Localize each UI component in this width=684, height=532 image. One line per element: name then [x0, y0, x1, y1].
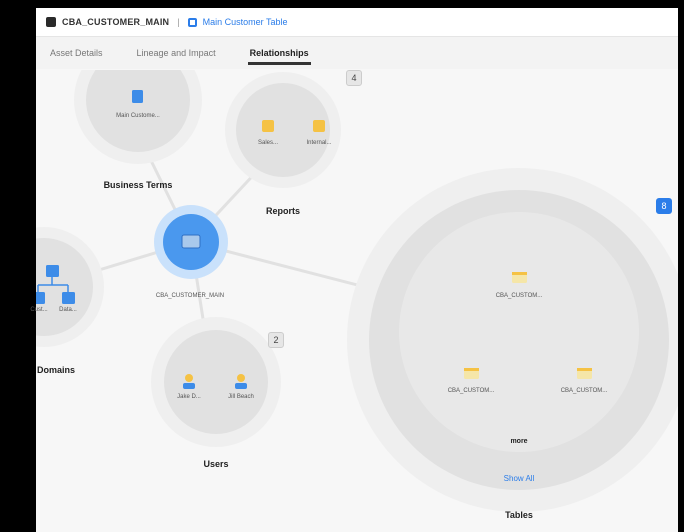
tab-relationships[interactable]: Relationships — [247, 42, 311, 65]
reports-count-badge[interactable]: 4 — [346, 70, 362, 86]
right-border — [678, 0, 684, 532]
glossary-icon — [132, 90, 143, 103]
table-icon-3 — [577, 368, 592, 379]
tables-count-badge[interactable]: 8 — [656, 198, 672, 214]
group-users — [164, 330, 268, 434]
table-icon-1 — [512, 272, 527, 283]
group-tables — [399, 212, 639, 452]
center-node-label: CBA_CUSTOMER_MAIN — [155, 293, 225, 299]
asset-icon — [46, 17, 56, 27]
table-icon — [187, 17, 197, 27]
show-all-link[interactable]: Show All — [504, 474, 535, 483]
tab-lineage-impact[interactable]: Lineage and Impact — [135, 42, 218, 64]
users-count-badge[interactable]: 2 — [268, 332, 284, 348]
report-icon-1 — [262, 120, 274, 132]
domain-item-1[interactable]: Cust... — [30, 307, 47, 313]
title-bar: CBA_CUSTOMER_MAIN | Main Customer Table — [36, 8, 678, 37]
table-item-2[interactable]: CBA_CUSTOM... — [448, 388, 495, 394]
table-item-3[interactable]: CBA_CUSTOM... — [561, 388, 608, 394]
domain-icon-child-2 — [62, 292, 75, 304]
tables-more-label: more — [510, 438, 528, 445]
business-terms-title: Business Terms — [103, 180, 173, 190]
tab-asset-details[interactable]: Asset Details — [48, 42, 105, 64]
asset-name: CBA_CUSTOMER_MAIN — [62, 17, 170, 27]
top-border — [0, 0, 684, 8]
table-item-1[interactable]: CBA_CUSTOM... — [496, 293, 543, 299]
users-title: Users — [203, 459, 229, 469]
relationship-graph[interactable]: Main Custome... Business Terms Sales... … — [30, 70, 678, 532]
tab-bar: Asset Details Lineage and Impact Relatio… — [36, 37, 678, 69]
domains-title: Domains — [36, 365, 76, 375]
user-item-1[interactable]: Jake D... — [177, 394, 201, 400]
tables-title: Tables — [505, 510, 533, 520]
report-item-1[interactable]: Sales... — [258, 140, 278, 146]
left-border — [0, 0, 36, 532]
table-icon-2 — [464, 368, 479, 379]
graph-svg — [36, 70, 678, 512]
report-item-2[interactable]: Internal... — [306, 140, 331, 146]
reports-title: Reports — [265, 206, 301, 216]
breadcrumb-separator: | — [177, 17, 180, 27]
business-term-item[interactable]: Main Custome... — [116, 113, 160, 119]
domain-item-2[interactable]: Data... — [59, 307, 77, 313]
center-table-icon — [181, 234, 201, 249]
domain-icon-parent — [46, 265, 59, 277]
domain-icon-child-1 — [36, 292, 45, 304]
report-icon-2 — [313, 120, 325, 132]
database-link[interactable]: Main Customer Table — [203, 17, 288, 27]
user-item-2[interactable]: Jill Beach — [228, 394, 254, 400]
